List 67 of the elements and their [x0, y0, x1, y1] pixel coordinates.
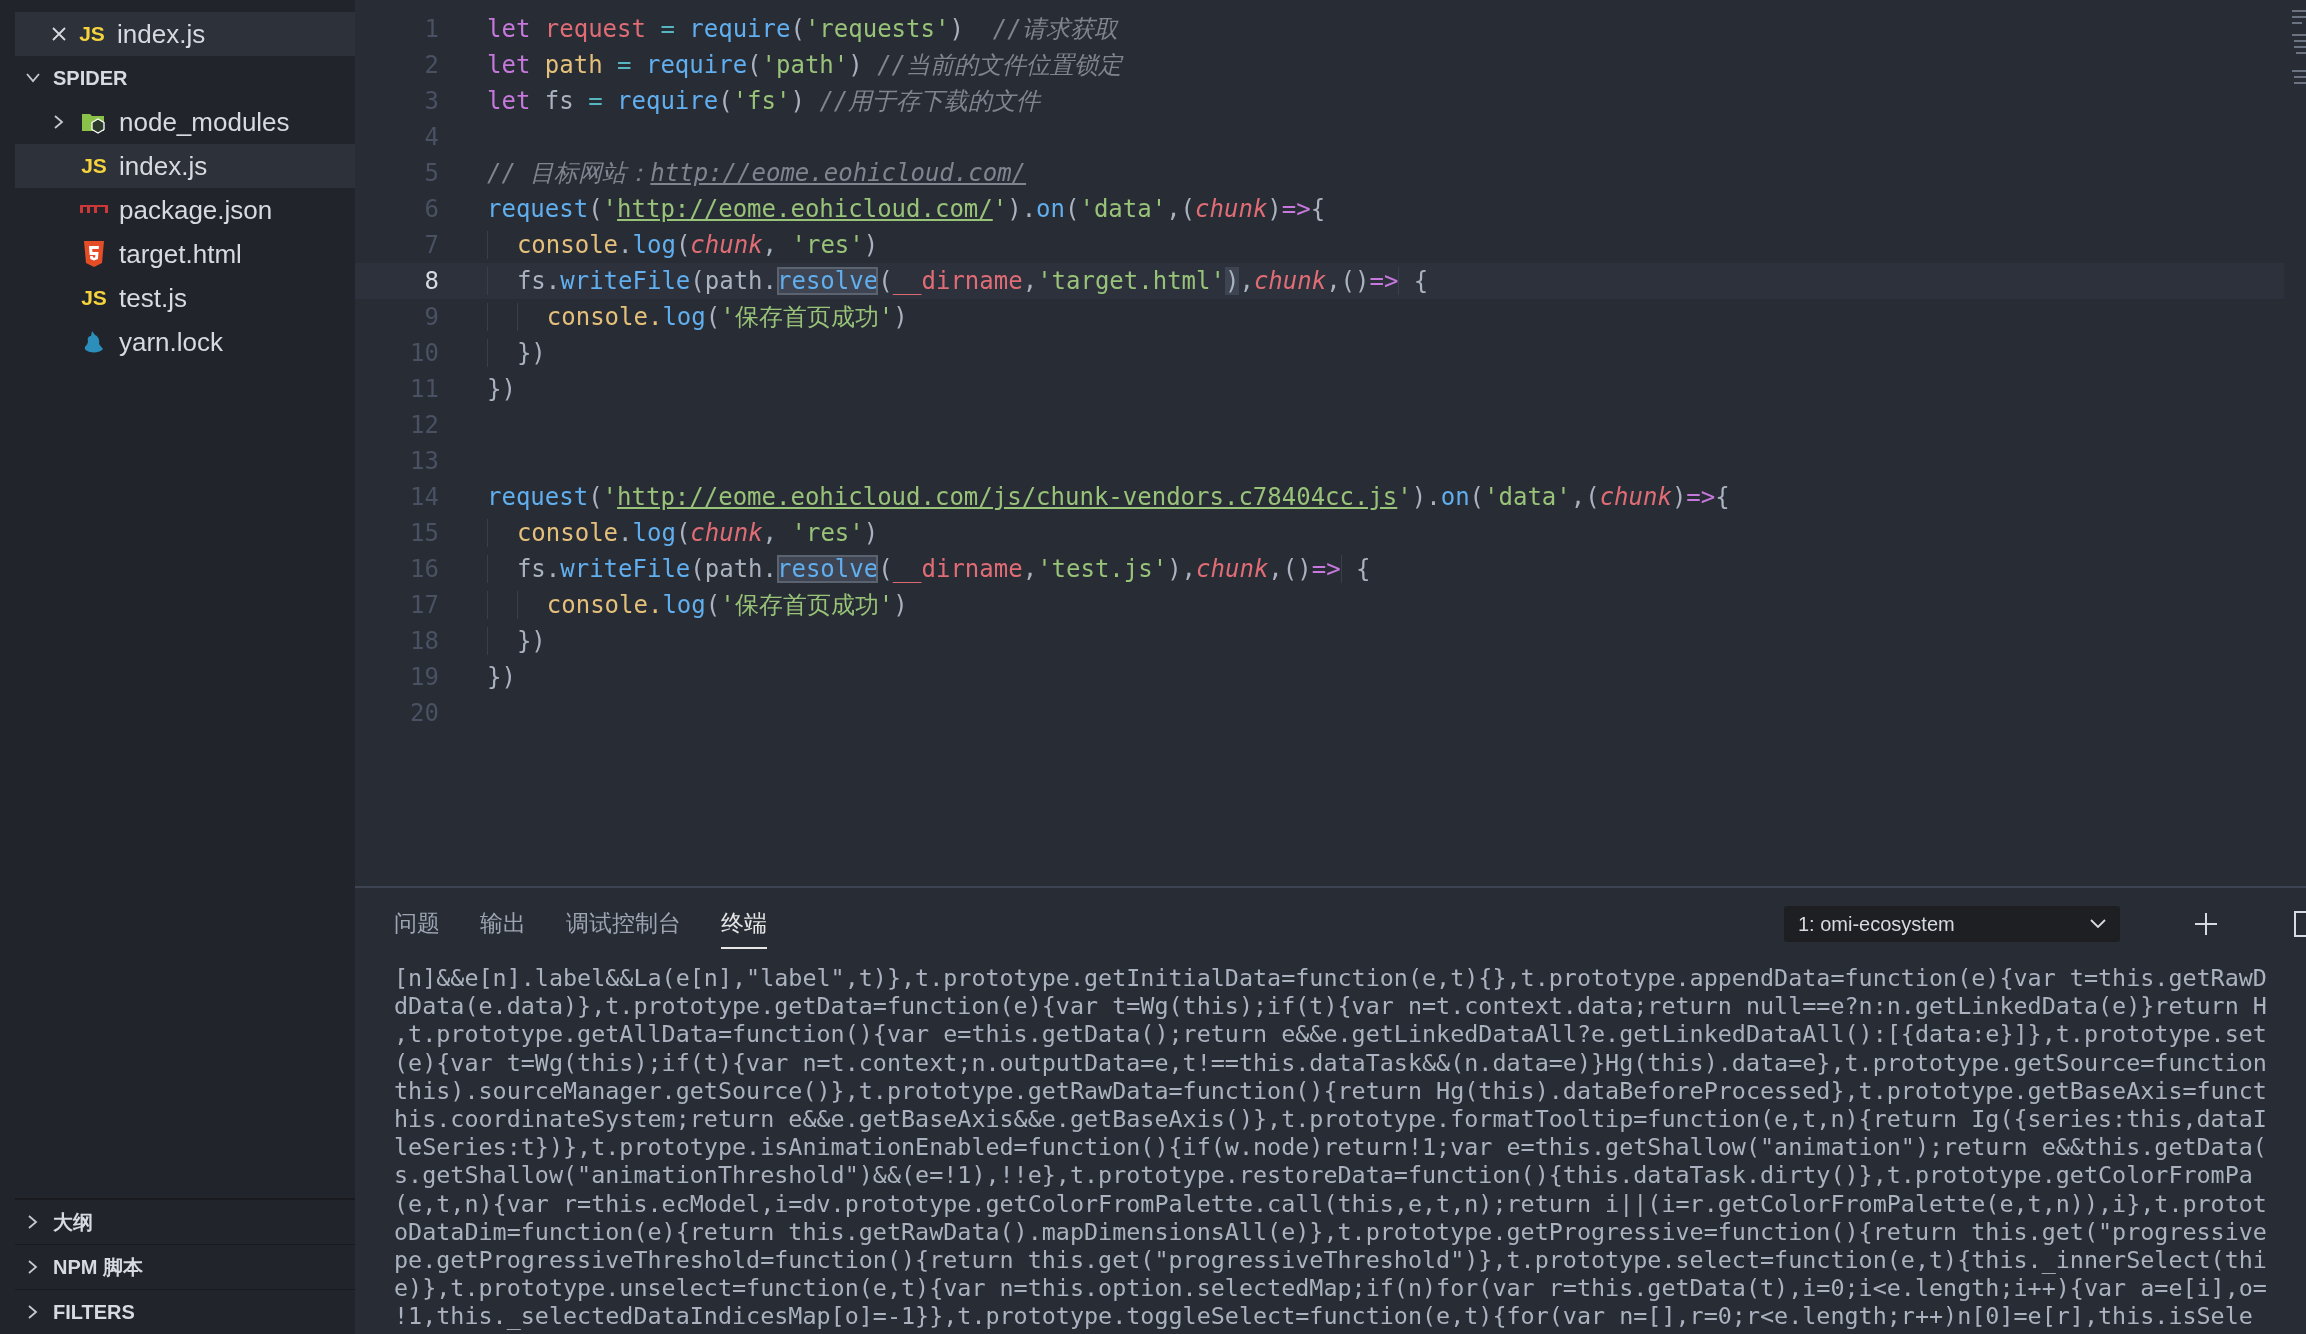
chevron-down-icon — [2090, 919, 2106, 929]
npm-icon — [80, 205, 108, 215]
chevron-icon[interactable] — [25, 71, 41, 85]
terminal-line: e)},t.prototype.unselect=function(e,t){var n=this.option.selectedMap;if(n)for(var r=this.getData(t),i=0;i<e.length;i++){var a=e[i],o= — [394, 1274, 2268, 1303]
terminal-select[interactable]: 1: omi-ecosystem — [1784, 906, 2120, 942]
terminal-line: [n]&&e[n].label&&La(e[n],"label",t)},t.prototype.getInitialData=function(e,t){},t.prototype.appendData=function(e){var t=this.getRawD — [394, 964, 2268, 993]
file-name: index.js — [117, 18, 206, 50]
terminal-line: oDataDim=function(e){return this.getRawData().mapDimensionsAll(e)},t.prototype.getProgressive=function(){return this.get("progressive — [394, 1217, 2268, 1247]
terminal-line: this).sourceManager.getSource()},t.prototype.getRawData=function(){return Hg(this).dataBeforeProcessed},t.prototype.getBaseAxis=funct — [394, 1076, 2268, 1105]
code-line: let path = require('path') //当前的文件位置锁定 — [487, 50, 1123, 81]
file-item[interactable]: target.html — [15, 232, 355, 276]
code-line: let request = require('requests') //请求获取 — [487, 14, 1118, 45]
terminal-line: (e){var t=Wg(this);if(t){var n=t.context;n.outputData=e,t!==this.dataTask&&(n.data=e)}Hg(this).data=e},t.prototype.getSource=function — [394, 1048, 2268, 1077]
javascript-icon: JS — [79, 286, 109, 310]
section-title[interactable]: NPM 脚本 — [53, 1253, 143, 1281]
code-line: request('http://eome.eohicloud.com/').on('data',(chunk)=>{ — [487, 195, 1326, 223]
terminal-line: (e,t,n){var r=this.ecModel,i=dv.prototype.getColorFromPalette.call(this,e,t,n);return i||(i=r.getColorFromPalette(e,t,n)),i},t.protot — [394, 1189, 2268, 1218]
terminal-line: leSeries:t})},t.prototype.isAnimationEnabled=function(){if(w.node)return!1;var e=this.getShallow("animation");return e&&this.getData( — [394, 1133, 2268, 1162]
panel-tab[interactable]: 终端 — [721, 899, 767, 949]
file-item[interactable]: yarn.lock — [15, 320, 355, 364]
file-name: package.json — [119, 194, 273, 226]
file-item[interactable]: JS index.js — [15, 144, 355, 188]
chevron-icon[interactable] — [26, 1214, 40, 1230]
panel-tab[interactable]: 问题 — [394, 899, 440, 949]
html5-icon — [83, 241, 105, 267]
code-line: let fs = require('fs') //用于存下载的文件 — [487, 86, 1041, 117]
file-name: node_modules — [119, 106, 290, 138]
line-number: 8 — [423, 267, 439, 295]
terminal-line: ,t.prototype.getAllData=function(){var e=this.getData();return e&&e.getLinkedDataAll?e.getLinkedDataAll():[{data:e}]},t.prototype.set — [394, 1020, 2268, 1049]
file-name: yarn.lock — [119, 326, 224, 358]
panel-tab[interactable]: 输出 — [480, 899, 526, 949]
code-line: request('http://eome.eohicloud.com/js/chunk-vendors.c78404cc.js').on('data',(chunk)=>{ — [487, 483, 1730, 511]
file-item[interactable]: node_modules — [15, 100, 355, 144]
file-name: index.js — [119, 150, 208, 182]
panel-tab[interactable]: 调试控制台 — [566, 899, 681, 949]
chevron-icon[interactable] — [26, 1259, 40, 1275]
code-line: fs.writeFile(path.resolve(__dirname,'target.html'),chunk,()=> { — [487, 267, 1429, 295]
chevron-icon[interactable] — [52, 114, 66, 130]
chevron-icon[interactable] — [26, 1304, 40, 1320]
code-line: }) — [487, 627, 546, 655]
javascript-icon: JS — [79, 154, 109, 178]
code-line: console.log('保存首页成功') — [487, 301, 908, 333]
code-line: }) — [487, 375, 516, 403]
open-editor-item[interactable]: JS index.js — [15, 12, 355, 56]
terminal-line: his.coordinateSystem;return e&&e.getBaseAxis&&e.getBaseAxis()},t.prototype.formatTooltip=function(e,t,n){return Ig({series:this,dataI — [394, 1105, 2268, 1134]
terminal-line: !1,this._selectedDataIndicesMap[o]=-1}},t.prototype.toggleSelect=function(e,t){for(var n=[],r=0;r<e.length;r++)n[0]=e[r],this.isSele — [394, 1302, 2254, 1331]
code-line: console.log(chunk, 'res') — [487, 519, 879, 547]
code-line: console.log(chunk, 'res') — [487, 231, 879, 259]
section-title[interactable]: 大纲 — [53, 1208, 93, 1236]
code-line: // 目标网站：http://eome.eohicloud.com/ — [487, 158, 1027, 189]
close-icon[interactable] — [51, 26, 67, 42]
code-line: }) — [487, 663, 516, 691]
terminal-line: pe.getProgressiveThreshold=function(){return this.get("progressiveThreshold")},t.prototype.select=function(e,t){this._innerSelect(thi — [394, 1246, 2268, 1275]
folder-title[interactable]: SPIDER — [53, 66, 128, 90]
file-name: target.html — [119, 238, 242, 270]
code-line: fs.writeFile(path.resolve(__dirname,'test.js'),chunk,()=> { — [487, 555, 1371, 583]
terminal-line: s.getShallow("animationThreshold")&&(e=!1),!!e},t.prototype.restoreData=function(){this.dataTask.dirty()},t.prototype.getColorFromPa — [394, 1161, 2254, 1190]
code-line: }) — [487, 339, 546, 367]
file-item[interactable]: package.json — [15, 188, 355, 232]
section-title[interactable]: FILTERS — [53, 1300, 135, 1324]
file-name: test.js — [119, 282, 187, 314]
javascript-icon: JS — [77, 22, 107, 46]
terminal-line: dData(e.data)},t.prototype.getData=function(e){var t=Wg(this);if(t){var n=t.context.data;return null==e?n:n.getLinkedData(e)}return H — [394, 992, 2268, 1021]
file-item[interactable]: JS test.js — [15, 276, 355, 320]
split-icon[interactable] — [2294, 911, 2306, 937]
code-line: console.log('保存首页成功') — [487, 589, 908, 621]
plus-icon[interactable] — [2194, 912, 2218, 936]
